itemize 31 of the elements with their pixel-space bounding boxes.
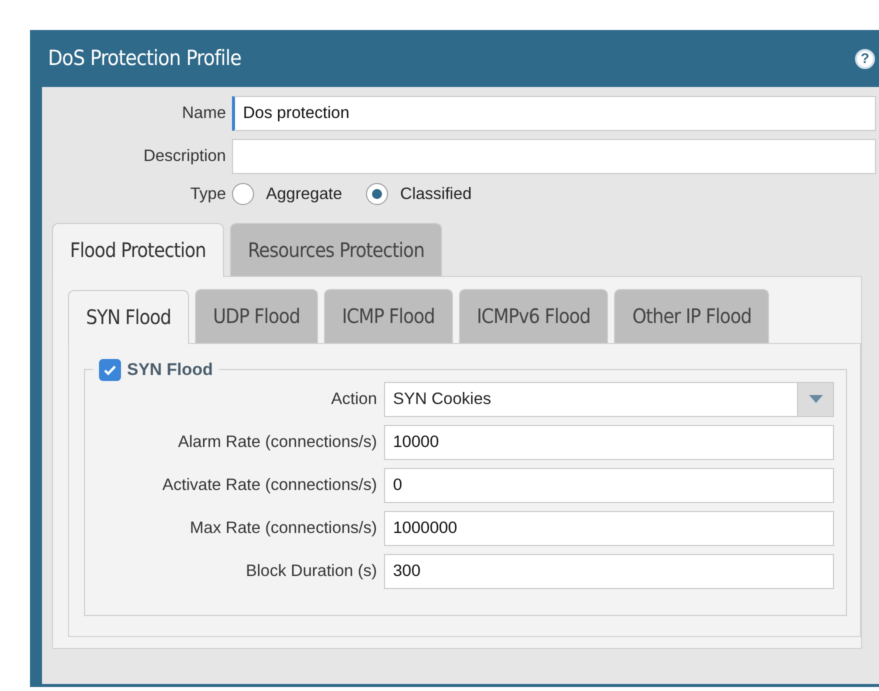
tab[interactable]: ICMPv6 Flood: [458, 288, 608, 343]
radio-button[interactable]: [366, 183, 388, 206]
section-title: SYN Flood: [127, 358, 213, 381]
tab[interactable]: Resources Protection: [230, 222, 442, 276]
field-label: Description: [142, 146, 227, 168]
field-label: Name: [180, 103, 227, 124]
tab[interactable]: Other IP Flood: [614, 288, 770, 343]
text-field[interactable]: 0: [384, 468, 834, 503]
field-label: Max Rate (connections/s): [188, 518, 378, 539]
checkbox[interactable]: [99, 358, 121, 380]
tab[interactable]: SYN Flood: [68, 290, 189, 344]
field-label: Alarm Rate (connections/s): [177, 432, 378, 453]
field-label: Block Duration (s): [244, 560, 378, 582]
dialog-title: DoS Protection Profile: [48, 44, 242, 72]
help-icon[interactable]: ?: [855, 48, 875, 68]
tab[interactable]: Flood Protection: [52, 222, 224, 277]
description-field[interactable]: [232, 139, 876, 174]
text-field[interactable]: 1000000: [384, 510, 834, 546]
field-label: Type: [189, 184, 227, 205]
caret-icon: [808, 395, 822, 404]
radio-label: Aggregate: [266, 184, 342, 205]
text-field[interactable]: 300: [384, 554, 834, 589]
field-label: Activate Rate (connections/s): [161, 474, 378, 496]
field-label: Action: [330, 388, 378, 410]
tab[interactable]: UDP Flood: [194, 288, 318, 343]
name-field[interactable]: Dos protection: [232, 96, 876, 131]
action-dropdown[interactable]: SYN Cookies: [384, 382, 834, 417]
radio-label: Classified: [400, 184, 472, 205]
text-field[interactable]: 10000: [384, 424, 834, 460]
tab[interactable]: ICMP Flood: [324, 288, 453, 343]
radio-button[interactable]: [232, 183, 254, 206]
